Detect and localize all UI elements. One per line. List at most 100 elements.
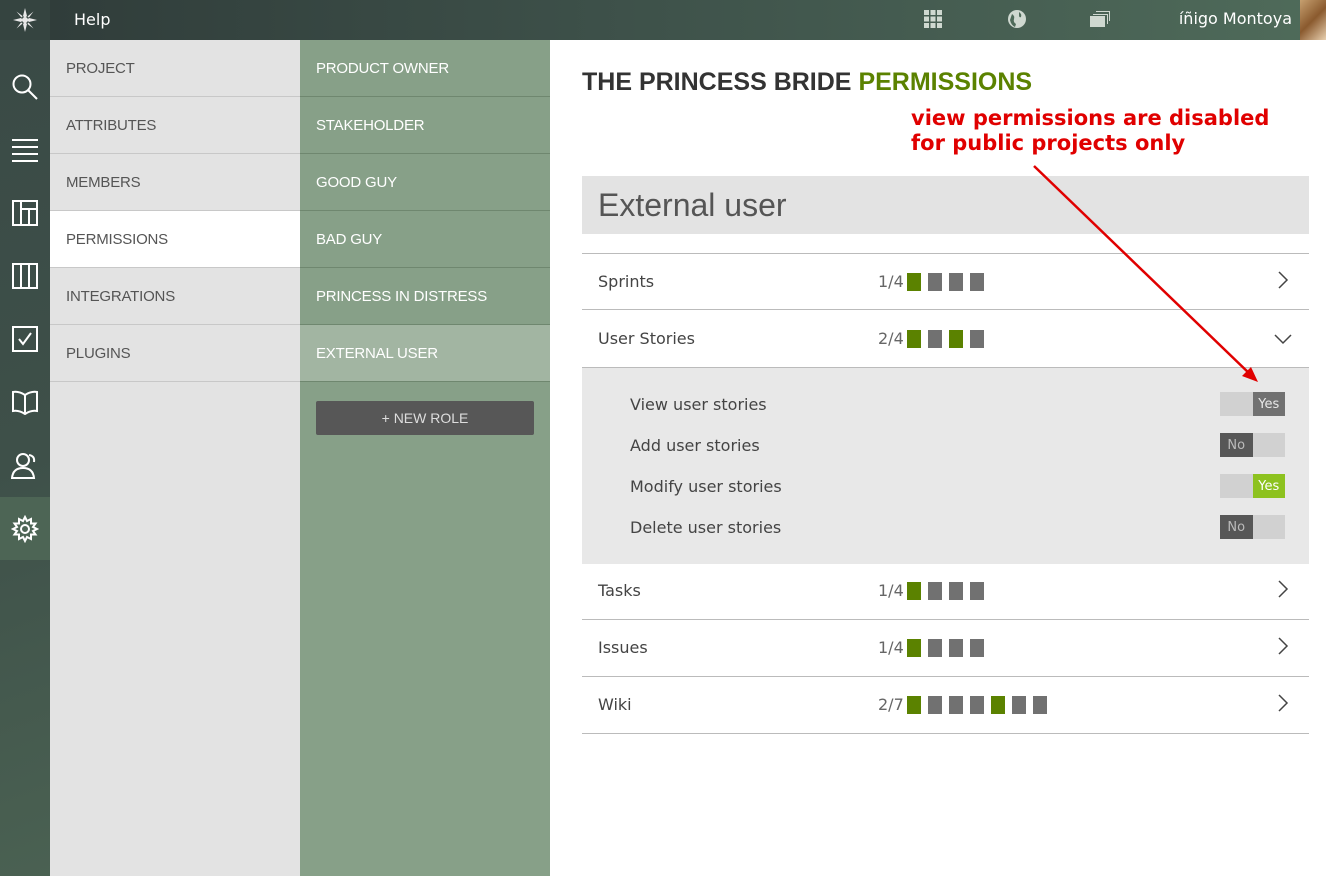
role-item-princess-in-distress[interactable]: PRINCESS IN DISTRESS — [300, 268, 550, 325]
chevron-right-icon[interactable] — [1277, 636, 1289, 656]
role-item-product-owner[interactable]: PRODUCT OWNER — [300, 40, 550, 97]
category-name: Tasks — [598, 581, 641, 600]
toggle-off-slot — [1252, 433, 1285, 457]
category-row-wiki[interactable]: Wiki 2/7 — [582, 677, 1309, 734]
category-name: Issues — [598, 638, 648, 657]
permission-square-on — [907, 696, 921, 714]
chevron-right-icon[interactable] — [1277, 693, 1289, 713]
toggle-value: Yes — [1252, 392, 1285, 416]
toggle-value: No — [1220, 433, 1253, 457]
apps-grid-icon[interactable] — [922, 8, 944, 30]
columns-icon[interactable] — [0, 244, 50, 307]
submenu-item-plugins[interactable]: PLUGINS — [50, 325, 300, 382]
toggle-off-slot — [1220, 392, 1253, 416]
submenu-item-project[interactable]: PROJECT — [50, 40, 300, 97]
permission-square-on — [991, 696, 1005, 714]
permission-square-off — [928, 330, 942, 348]
toggle-value: No — [1220, 515, 1253, 539]
permission-label: Add user stories — [630, 436, 760, 455]
permission-square-on — [907, 582, 921, 600]
toggle-off-slot — [1220, 474, 1253, 498]
globe-icon[interactable] — [1006, 8, 1028, 30]
chevron-right-icon[interactable] — [1277, 579, 1289, 599]
backlog-icon[interactable] — [0, 118, 50, 181]
role-item-stakeholder[interactable]: STAKEHOLDER — [300, 97, 550, 154]
role-item-good-guy[interactable]: GOOD GUY — [300, 154, 550, 211]
roles-panel: PRODUCT OWNER STAKEHOLDER GOOD GUY BAD G… — [300, 40, 550, 876]
permission-squares — [907, 696, 1047, 714]
annotation-line: for public projects only — [911, 131, 1186, 155]
chevron-down-icon[interactable] — [1273, 333, 1293, 345]
wiki-icon[interactable] — [0, 370, 50, 433]
category-count: 2/4 — [878, 329, 904, 348]
permission-square-on — [907, 639, 921, 657]
category-row-tasks[interactable]: Tasks 1/4 — [582, 563, 1309, 620]
permission-square-on — [907, 330, 921, 348]
top-bar: Help íñigo Montoya — [0, 0, 1326, 40]
permission-square-off — [928, 696, 942, 714]
projects-icon[interactable] — [1089, 8, 1111, 30]
section-name: PERMISSIONS — [858, 68, 1033, 96]
submenu-item-integrations[interactable]: INTEGRATIONS — [50, 268, 300, 325]
category-name: Wiki — [598, 695, 632, 714]
delete-user-stories-toggle[interactable]: No — [1220, 515, 1285, 539]
annotation-line: view permissions are disabled — [911, 106, 1270, 130]
permission-squares — [907, 273, 984, 291]
modify-user-stories-toggle[interactable]: Yes — [1220, 474, 1285, 498]
category-row-sprints[interactable]: Sprints 1/4 — [582, 253, 1309, 310]
permission-label: View user stories — [630, 395, 767, 414]
permission-label: Modify user stories — [630, 477, 782, 496]
permission-squares — [907, 330, 984, 348]
help-link[interactable]: Help — [74, 10, 110, 29]
permission-square-off — [970, 273, 984, 291]
permission-square-off — [949, 639, 963, 657]
permission-squares — [907, 639, 984, 657]
category-count: 1/4 — [878, 272, 904, 291]
category-name: User Stories — [598, 329, 695, 348]
category-row-issues[interactable]: Issues 1/4 — [582, 620, 1309, 677]
submenu-item-permissions[interactable]: PERMISSIONS — [50, 211, 300, 268]
user-stories-permissions: View user stories Yes Add user stories N… — [582, 368, 1309, 564]
role-item-external-user[interactable]: EXTERNAL USER — [300, 325, 550, 382]
submenu-item-members[interactable]: MEMBERS — [50, 154, 300, 211]
permission-square-off — [970, 639, 984, 657]
permission-square-on — [907, 273, 921, 291]
permission-square-off — [949, 582, 963, 600]
left-nav-rail — [0, 40, 50, 876]
permission-square-off — [928, 582, 942, 600]
category-row-user-stories[interactable]: User Stories 2/4 — [582, 311, 1309, 368]
chevron-right-icon[interactable] — [1277, 270, 1289, 290]
permission-square-off — [1012, 696, 1026, 714]
annotation-text: view permissions are disabled for public… — [911, 106, 1269, 156]
add-user-stories-toggle[interactable]: No — [1220, 433, 1285, 457]
taiga-logo-icon[interactable] — [0, 0, 50, 40]
new-role-button[interactable]: + NEW ROLE — [316, 401, 534, 435]
view-user-stories-toggle: Yes — [1220, 392, 1285, 416]
toggle-off-slot — [1252, 515, 1285, 539]
search-icon[interactable] — [0, 55, 50, 118]
page-title: THE PRINCESS BRIDE PERMISSIONS — [582, 68, 1032, 97]
permission-square-off — [949, 273, 963, 291]
avatar[interactable] — [1300, 0, 1326, 40]
permission-square-off — [949, 696, 963, 714]
settings-icon[interactable] — [0, 497, 50, 560]
permission-square-off — [928, 639, 942, 657]
role-header: External user — [582, 176, 1309, 234]
kanban-icon[interactable] — [0, 181, 50, 244]
permission-square-off — [970, 330, 984, 348]
admin-submenu: PROJECT ATTRIBUTES MEMBERS PERMISSIONS I… — [50, 40, 300, 876]
category-count: 1/4 — [878, 581, 904, 600]
permission-square-off — [1033, 696, 1047, 714]
submenu-item-attributes[interactable]: ATTRIBUTES — [50, 97, 300, 154]
permission-label: Delete user stories — [630, 518, 782, 537]
team-icon[interactable] — [0, 433, 50, 496]
category-count: 1/4 — [878, 638, 904, 657]
toggle-value: Yes — [1252, 474, 1285, 498]
role-item-bad-guy[interactable]: BAD GUY — [300, 211, 550, 268]
permission-square-off — [928, 273, 942, 291]
user-name[interactable]: íñigo Montoya — [1179, 9, 1292, 28]
issues-icon[interactable] — [0, 307, 50, 370]
permission-square-off — [970, 696, 984, 714]
permission-square-off — [970, 582, 984, 600]
category-name: Sprints — [598, 272, 655, 291]
